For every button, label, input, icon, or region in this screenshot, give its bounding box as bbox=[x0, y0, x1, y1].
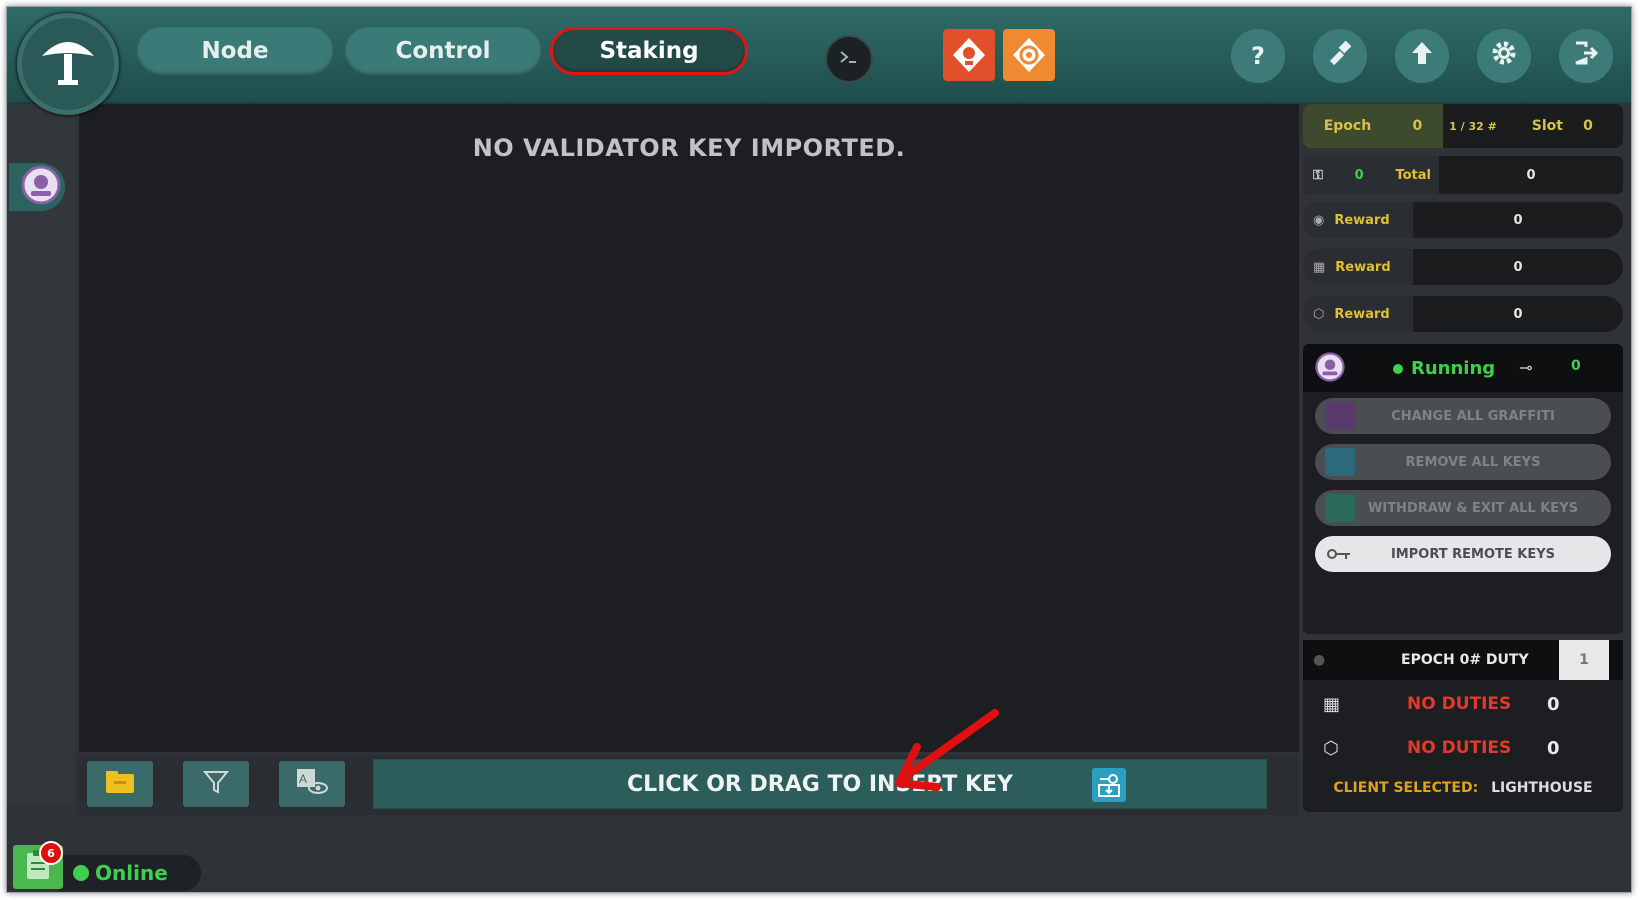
duty-row-proposal: ⬡ NO DUTIES 0 bbox=[1303, 730, 1623, 766]
insert-key-dropzone[interactable]: CLICK OR DRAG TO INSERT KEY bbox=[373, 759, 1267, 809]
grafana-icon[interactable] bbox=[1003, 29, 1055, 81]
action-label: IMPORT REMOTE KEYS bbox=[1390, 546, 1556, 562]
reward-label: Reward bbox=[1334, 212, 1390, 228]
duty-header: ● EPOCH 0# DUTY 1 bbox=[1303, 640, 1623, 680]
action-label: REMOVE ALL KEYS bbox=[1405, 454, 1541, 470]
keys-total-row: ⚿ 0 Total 0 bbox=[1303, 156, 1623, 194]
nav-control-button[interactable]: Control bbox=[345, 27, 541, 75]
graffiti-icon bbox=[1325, 402, 1355, 430]
epoch-label: Epoch bbox=[1323, 118, 1372, 134]
epoch-value: 0 bbox=[1412, 118, 1423, 134]
app-window: Node Control Staking ? NO VALIDATOR KEY … bbox=[6, 6, 1632, 893]
mushroom-logo-icon bbox=[36, 30, 100, 98]
import-remote-keys-button[interactable]: IMPORT REMOTE KEYS bbox=[1315, 536, 1611, 572]
duty-title: EPOCH 0# DUTY bbox=[1401, 652, 1529, 668]
reward-label: Reward bbox=[1334, 306, 1390, 322]
prometheus-icon[interactable] bbox=[943, 29, 995, 81]
key-icon: ⊸ bbox=[1519, 358, 1533, 377]
folder-button[interactable] bbox=[87, 761, 153, 807]
duty-count: 0 bbox=[1547, 737, 1560, 759]
empty-message: NO VALIDATOR KEY IMPORTED. bbox=[472, 134, 906, 162]
connection-status: Online bbox=[59, 855, 201, 891]
client-selected-value: LIGHTHOUSE bbox=[1491, 780, 1593, 796]
svg-text:A: A bbox=[299, 772, 307, 786]
notification-badge: 6 bbox=[39, 841, 63, 865]
service-header: Running ⊸ 0 bbox=[1303, 344, 1623, 392]
calendar-icon: ▦ bbox=[1323, 693, 1341, 715]
cube-icon: ⬡ bbox=[1323, 737, 1339, 759]
client-selected-label: CLIENT SELECTED: bbox=[1333, 780, 1479, 796]
header-bar: Node Control Staking ? bbox=[7, 7, 1631, 104]
hammer-icon bbox=[1326, 39, 1354, 73]
epoch-duty-panel: ● EPOCH 0# DUTY 1 ▦ NO DUTIES 0 ⬡ NO DUT… bbox=[1303, 640, 1623, 812]
reward-value: 0 bbox=[1513, 259, 1523, 275]
reward-row-3: ⬡ Reward 0 bbox=[1303, 296, 1623, 332]
duty-toggle-icon: ● bbox=[1313, 652, 1326, 668]
validator-key-list: NO VALIDATOR KEY IMPORTED. bbox=[79, 104, 1299, 752]
app-logo[interactable] bbox=[17, 13, 119, 115]
reward-row-1: ◉ Reward 0 bbox=[1303, 202, 1623, 238]
slot-label: Slot bbox=[1531, 118, 1563, 134]
online-indicator-dot bbox=[73, 865, 89, 881]
terminal-icon bbox=[838, 49, 860, 69]
duty-count: 0 bbox=[1547, 693, 1560, 715]
withdraw-exit-all-keys-button[interactable]: WITHDRAW & EXIT ALL KEYS bbox=[1315, 490, 1611, 526]
service-status: Running bbox=[1393, 358, 1495, 379]
client-selected: CLIENT SELECTED: LIGHTHOUSE bbox=[1303, 780, 1623, 796]
action-label: CHANGE ALL GRAFFITI bbox=[1391, 408, 1555, 424]
tools-button[interactable] bbox=[1313, 29, 1367, 83]
gear-icon bbox=[1490, 39, 1518, 73]
validator-service-tab[interactable] bbox=[9, 163, 65, 211]
no-duties-label: NO DUTIES bbox=[1407, 738, 1512, 758]
text-eye-icon: A bbox=[296, 768, 328, 800]
remove-keys-icon bbox=[1325, 448, 1355, 476]
running-label: Running bbox=[1411, 358, 1496, 379]
duty-epoch-input[interactable]: 1 bbox=[1559, 640, 1609, 680]
calendar-icon: ▦ bbox=[1313, 259, 1326, 275]
slot-value: 0 bbox=[1583, 118, 1593, 134]
keys-count: 0 bbox=[1354, 167, 1364, 183]
key-visibility-button[interactable]: A bbox=[279, 761, 345, 807]
total-label: Total bbox=[1395, 167, 1431, 183]
nav-staking-button[interactable]: Staking bbox=[550, 27, 748, 75]
no-duties-label: NO DUTIES bbox=[1407, 694, 1512, 714]
action-label: WITHDRAW & EXIT ALL KEYS bbox=[1368, 500, 1578, 516]
lighthouse-client-icon bbox=[1315, 352, 1345, 386]
settings-button[interactable] bbox=[1477, 29, 1531, 83]
import-key-icon bbox=[1092, 768, 1126, 802]
nav-node-button[interactable]: Node bbox=[137, 27, 333, 75]
remote-key-icon bbox=[1325, 540, 1355, 568]
logout-button[interactable] bbox=[1559, 29, 1613, 83]
total-value: 0 bbox=[1526, 167, 1536, 183]
service-key-count: 0 bbox=[1571, 358, 1581, 374]
running-indicator-dot bbox=[1393, 363, 1403, 374]
insert-key-label: CLICK OR DRAG TO INSERT KEY bbox=[627, 771, 1013, 797]
filter-icon bbox=[202, 769, 230, 799]
eye-icon: ◉ bbox=[1313, 212, 1325, 228]
terminal-button[interactable] bbox=[825, 35, 873, 83]
epoch-slot-row: Epoch 0 1 / 32 # Slot 0 bbox=[1303, 104, 1623, 148]
online-label: Online bbox=[95, 861, 168, 885]
change-all-graffiti-button[interactable]: CHANGE ALL GRAFFITI bbox=[1315, 398, 1611, 434]
validator-service-panel: Running ⊸ 0 CHANGE ALL GRAFFITI REMOVE A… bbox=[1303, 344, 1623, 634]
withdraw-icon bbox=[1325, 494, 1355, 522]
update-arrow-icon bbox=[1408, 39, 1436, 73]
cube-icon: ⬡ bbox=[1313, 306, 1325, 322]
reward-value: 0 bbox=[1513, 212, 1523, 228]
logout-icon bbox=[1572, 39, 1600, 73]
duty-row-attestation: ▦ NO DUTIES 0 bbox=[1303, 686, 1623, 722]
folder-icon bbox=[105, 770, 135, 798]
key-toolbar: A CLICK OR DRAG TO INSERT KEY bbox=[79, 755, 1299, 815]
key-icon: ⚿ bbox=[1313, 167, 1323, 183]
update-button[interactable] bbox=[1395, 29, 1449, 83]
help-button[interactable]: ? bbox=[1231, 29, 1285, 83]
lighthouse-client-icon bbox=[21, 165, 61, 209]
reward-label: Reward bbox=[1335, 259, 1391, 275]
reward-value: 0 bbox=[1513, 306, 1523, 322]
filter-button[interactable] bbox=[183, 761, 249, 807]
epoch-fraction: 1 / 32 # bbox=[1449, 119, 1497, 133]
help-icon: ? bbox=[1251, 42, 1265, 70]
remove-all-keys-button[interactable]: REMOVE ALL KEYS bbox=[1315, 444, 1611, 480]
reward-row-2: ▦ Reward 0 bbox=[1303, 249, 1623, 285]
